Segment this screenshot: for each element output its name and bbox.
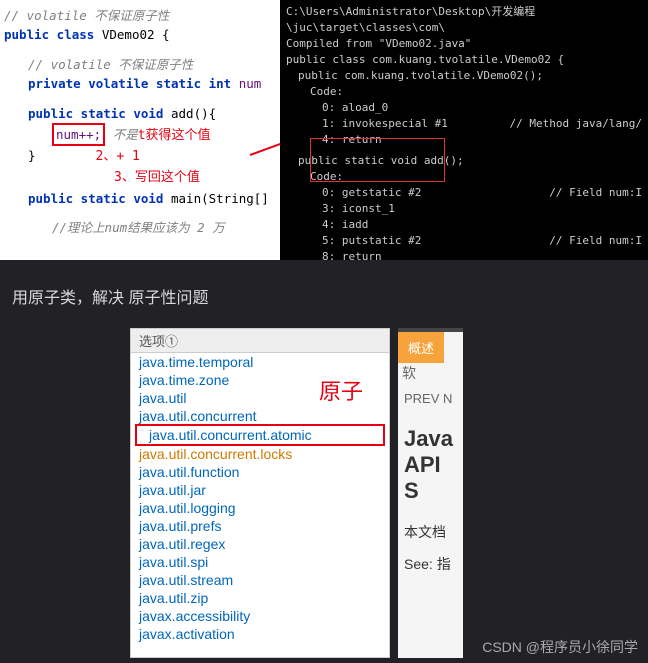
doc-title: Java API S: [398, 414, 463, 516]
bytecode-comment: // Method java/lang/: [510, 116, 642, 132]
bytecode-line: 4: iadd: [286, 217, 642, 233]
package-header: 选项①: [131, 329, 389, 353]
keyword: private volatile static int: [28, 76, 231, 91]
bytecode-line: 8: return: [286, 249, 642, 260]
package-item[interactable]: java.util.prefs: [131, 517, 389, 535]
keyword: public class: [4, 27, 94, 42]
annotation: 2、+ 1: [36, 149, 140, 164]
description-text: 用原子类，解决 原子性问题: [0, 260, 648, 328]
package-item[interactable]: java.time.temporal: [131, 353, 389, 371]
comment-line: // volatile 不保证原子性: [4, 8, 169, 23]
package-list-pane: 选项① java.time.temporaljava.time.zonejava…: [130, 328, 390, 658]
package-item[interactable]: java.util.spi: [131, 553, 389, 571]
package-item[interactable]: javax.accessibility: [131, 607, 389, 625]
arrow-icon: [250, 130, 280, 160]
bytecode-line: Compiled from "VDemo02.java": [286, 36, 642, 52]
annotation-label: 原子: [319, 374, 363, 406]
annotation: 3、写回这个值: [114, 170, 200, 185]
bytecode-line: Code:: [286, 84, 642, 100]
top-section: // volatile 不保证原子性 public class VDemo02 …: [0, 0, 648, 260]
doc-body: 本文档: [398, 516, 463, 548]
doc-pane: 概述软 PREV N Java API S 本文档 See: 指: [398, 328, 463, 658]
class-name: VDemo02 {: [102, 27, 170, 42]
bytecode-line: public com.kuang.tvolatile.VDemo02();: [286, 68, 642, 84]
brace: }: [28, 148, 36, 163]
watermark: CSDN @程序员小徐同学: [482, 637, 638, 657]
doc-body: See: 指: [398, 548, 463, 580]
bytecode-pane: C:\Users\Administrator\Desktop\开发编程\juc\…: [280, 0, 648, 260]
comment-line: // volatile 不保证原子性: [28, 57, 193, 72]
keyword: public static void: [28, 106, 163, 121]
comment-inline: 不是: [113, 127, 138, 142]
package-item[interactable]: java.util.concurrent.locks: [131, 445, 389, 463]
keyword: public static void: [28, 191, 163, 206]
package-item[interactable]: java.util.zip: [131, 589, 389, 607]
doc-nav[interactable]: PREV N: [398, 383, 463, 414]
bytecode-line: 5: putstatic #2: [322, 234, 421, 247]
package-item[interactable]: java.util.function: [131, 463, 389, 481]
bytecode-line: public class com.kuang.tvolatile.VDemo02…: [286, 52, 642, 68]
package-item[interactable]: java.util.concurrent.atomic: [141, 426, 379, 444]
bytecode-path: C:\Users\Administrator\Desktop\开发编程\juc\…: [286, 4, 642, 36]
bytecode-line: 3: iconst_1: [286, 201, 642, 217]
highlighted-code: num++;: [52, 123, 105, 146]
package-highlight-box: java.util.concurrent.atomic: [135, 424, 385, 446]
method-name: add(){: [171, 106, 216, 121]
package-item[interactable]: javax.activation: [131, 625, 389, 643]
package-item[interactable]: java.util.concurrent: [131, 407, 389, 425]
package-item[interactable]: java.util.logging: [131, 499, 389, 517]
bytecode-line: 0: aload_0: [286, 100, 642, 116]
bytecode-line: 1: invokespecial #1: [322, 117, 448, 130]
source-code-pane: // volatile 不保证原子性 public class VDemo02 …: [0, 0, 280, 260]
bytecode-highlight-box: [310, 138, 445, 182]
method-name: main(String[]: [171, 191, 269, 206]
field-name: num: [239, 76, 262, 91]
comment-line: //理论上num结果应该为 2 万: [52, 220, 225, 235]
doc-tab[interactable]: 软: [398, 359, 420, 387]
package-item[interactable]: java.util.regex: [131, 535, 389, 553]
bottom-section: 选项① java.time.temporaljava.time.zonejava…: [0, 328, 648, 658]
package-item[interactable]: java.util.jar: [131, 481, 389, 499]
package-item[interactable]: java.util.stream: [131, 571, 389, 589]
bytecode-comment: // Field num:I: [549, 185, 642, 201]
bytecode-comment: // Field num:I: [549, 233, 642, 249]
bytecode-line: 0: getstatic #2: [322, 186, 421, 199]
annotation: t获得这个值: [138, 128, 211, 143]
